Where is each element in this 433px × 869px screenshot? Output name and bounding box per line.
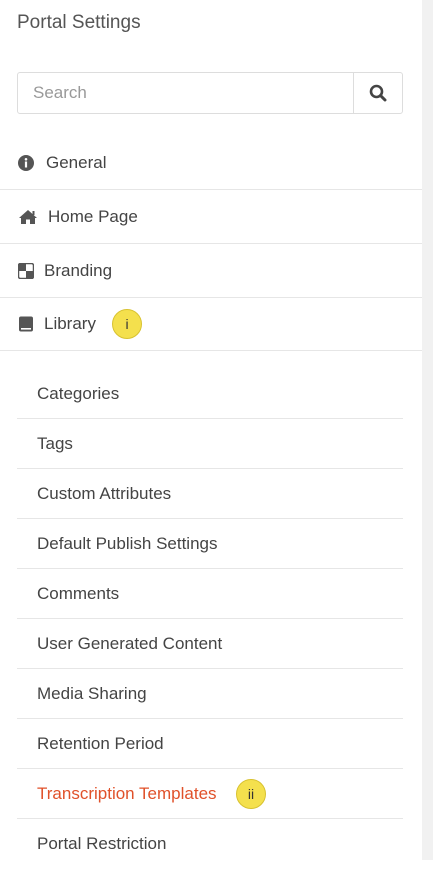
search-input[interactable] bbox=[18, 73, 353, 113]
nav-item-branding[interactable]: Branding bbox=[0, 244, 422, 298]
nav-item-home-page[interactable]: Home Page bbox=[0, 190, 422, 244]
sub-item-comments[interactable]: Comments bbox=[17, 569, 403, 619]
sub-item-label: Tags bbox=[37, 434, 73, 453]
sub-item-label: Media Sharing bbox=[37, 684, 147, 703]
scrollbar-track[interactable] bbox=[422, 0, 433, 860]
settings-sidebar: Portal Settings General bbox=[0, 0, 422, 860]
sub-item-user-generated-content[interactable]: User Generated Content bbox=[17, 619, 403, 669]
sub-item-label: Comments bbox=[37, 584, 120, 603]
sub-item-label: Portal Restriction bbox=[37, 834, 167, 853]
sub-item-transcription-templates[interactable]: Transcription Templates ii bbox=[17, 769, 403, 819]
sub-item-retention-period[interactable]: Retention Period bbox=[17, 719, 403, 769]
branding-icon bbox=[18, 262, 34, 279]
search-box bbox=[17, 72, 403, 114]
nav-item-label: Branding bbox=[44, 261, 113, 280]
book-icon bbox=[18, 316, 34, 332]
sub-item-label: Transcription Templates bbox=[37, 784, 217, 803]
sub-item-tags[interactable]: Tags bbox=[17, 419, 403, 469]
nav-item-label: General bbox=[46, 153, 107, 172]
sub-item-label: Custom Attributes bbox=[37, 484, 172, 503]
sub-item-label: Retention Period bbox=[37, 734, 164, 753]
sub-item-portal-restriction[interactable]: Portal Restriction bbox=[17, 819, 403, 869]
sub-item-label: User Generated Content bbox=[37, 634, 223, 653]
sub-item-label: Categories bbox=[37, 384, 120, 403]
callout-badge: ii bbox=[236, 779, 266, 809]
search-button[interactable] bbox=[353, 73, 402, 113]
nav-item-label: Home Page bbox=[48, 207, 138, 226]
sub-item-categories[interactable]: Categories bbox=[17, 369, 403, 419]
nav-item-library[interactable]: Library i bbox=[0, 297, 422, 351]
sub-item-label: Default Publish Settings bbox=[37, 534, 218, 553]
sub-item-media-sharing[interactable]: Media Sharing bbox=[17, 669, 403, 719]
nav-item-label: Library bbox=[44, 314, 96, 333]
info-icon bbox=[18, 154, 34, 171]
sub-item-custom-attributes[interactable]: Custom Attributes bbox=[17, 469, 403, 519]
callout-badge: i bbox=[112, 309, 142, 339]
page-title: Portal Settings bbox=[17, 12, 141, 33]
nav-item-general[interactable]: General bbox=[0, 136, 422, 190]
sub-item-default-publish-settings[interactable]: Default Publish Settings bbox=[17, 519, 403, 569]
search-icon bbox=[369, 84, 387, 102]
home-icon bbox=[18, 209, 38, 225]
